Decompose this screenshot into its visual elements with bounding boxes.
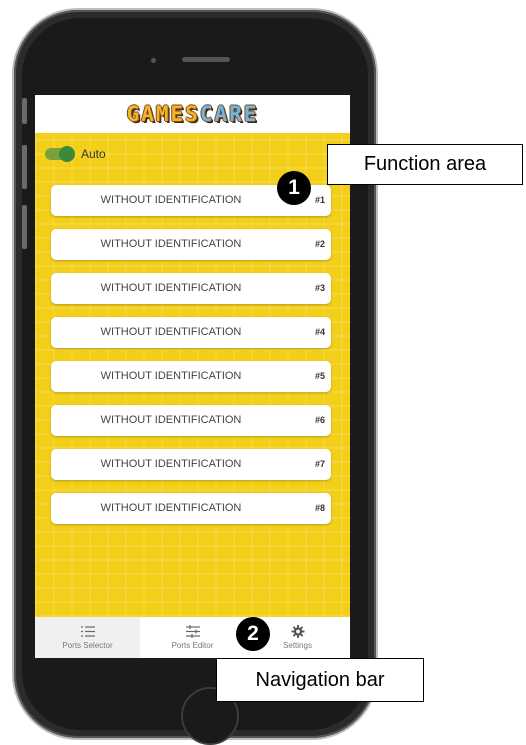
port-label: WITHOUT IDENTIFICATION bbox=[100, 414, 242, 426]
port-label: WITHOUT IDENTIFICATION bbox=[100, 458, 242, 470]
port-button-3[interactable]: WITHOUT IDENTIFICATION #3 bbox=[51, 273, 331, 304]
front-camera bbox=[151, 58, 156, 63]
gear-icon bbox=[291, 625, 304, 638]
auto-toggle-row[interactable]: Auto bbox=[45, 146, 106, 162]
port-number: #3 bbox=[309, 279, 331, 298]
port-button-7[interactable]: WITHOUT IDENTIFICATION #7 bbox=[51, 449, 331, 480]
port-label: WITHOUT IDENTIFICATION bbox=[100, 282, 242, 294]
nav-label: Ports Selector bbox=[62, 641, 113, 650]
badge-number: 1 bbox=[288, 176, 300, 199]
badge-number: 2 bbox=[247, 622, 259, 645]
port-button-6[interactable]: WITHOUT IDENTIFICATION #6 bbox=[51, 405, 331, 436]
mute-switch bbox=[22, 98, 27, 124]
navigation-bar-callout: Navigation bar bbox=[216, 658, 424, 702]
app-header: GAMESCARE bbox=[35, 95, 350, 133]
nav-label: Settings bbox=[283, 641, 312, 650]
port-number: #5 bbox=[309, 367, 331, 386]
toggle-knob bbox=[59, 146, 75, 162]
sliders-icon bbox=[185, 625, 200, 638]
auto-toggle-switch[interactable] bbox=[45, 146, 75, 162]
nav-ports-editor[interactable]: Ports Editor bbox=[140, 617, 245, 658]
volume-down-button bbox=[22, 205, 27, 249]
function-area-callout: Function area bbox=[327, 144, 523, 185]
port-button-4[interactable]: WITHOUT IDENTIFICATION #4 bbox=[51, 317, 331, 348]
earpiece-speaker bbox=[182, 57, 230, 62]
port-number: #6 bbox=[309, 411, 331, 430]
volume-up-button bbox=[22, 145, 27, 189]
port-number: #2 bbox=[309, 235, 331, 254]
annotation-badge-1: 1 bbox=[277, 171, 311, 205]
annotation-badge-2: 2 bbox=[236, 617, 270, 651]
port-number: #1 bbox=[309, 191, 331, 210]
list-icon bbox=[80, 626, 95, 637]
auto-label: Auto bbox=[81, 147, 106, 161]
port-button-2[interactable]: WITHOUT IDENTIFICATION #2 bbox=[51, 229, 331, 260]
port-number: #8 bbox=[309, 499, 331, 518]
port-button-5[interactable]: WITHOUT IDENTIFICATION #5 bbox=[51, 361, 331, 392]
port-label: WITHOUT IDENTIFICATION bbox=[100, 238, 242, 250]
port-label: WITHOUT IDENTIFICATION bbox=[100, 502, 242, 514]
port-number: #7 bbox=[309, 455, 331, 474]
port-label: WITHOUT IDENTIFICATION bbox=[100, 370, 242, 382]
navigation-bar: Ports Selector Ports Editor Settings bbox=[35, 617, 350, 658]
nav-label: Ports Editor bbox=[171, 641, 214, 650]
port-label: WITHOUT IDENTIFICATION bbox=[100, 326, 242, 338]
port-number: #4 bbox=[309, 323, 331, 342]
nav-ports-selector[interactable]: Ports Selector bbox=[35, 617, 140, 658]
function-area: Auto WITHOUT IDENTIFICATION #1 WITHOUT I… bbox=[35, 133, 350, 617]
app-logo: GAMESCARE bbox=[126, 102, 259, 126]
callout-label: Navigation bar bbox=[255, 668, 385, 691]
callout-label: Function area bbox=[363, 153, 487, 175]
port-button-8[interactable]: WITHOUT IDENTIFICATION #8 bbox=[51, 493, 331, 524]
port-label: WITHOUT IDENTIFICATION bbox=[100, 194, 242, 206]
